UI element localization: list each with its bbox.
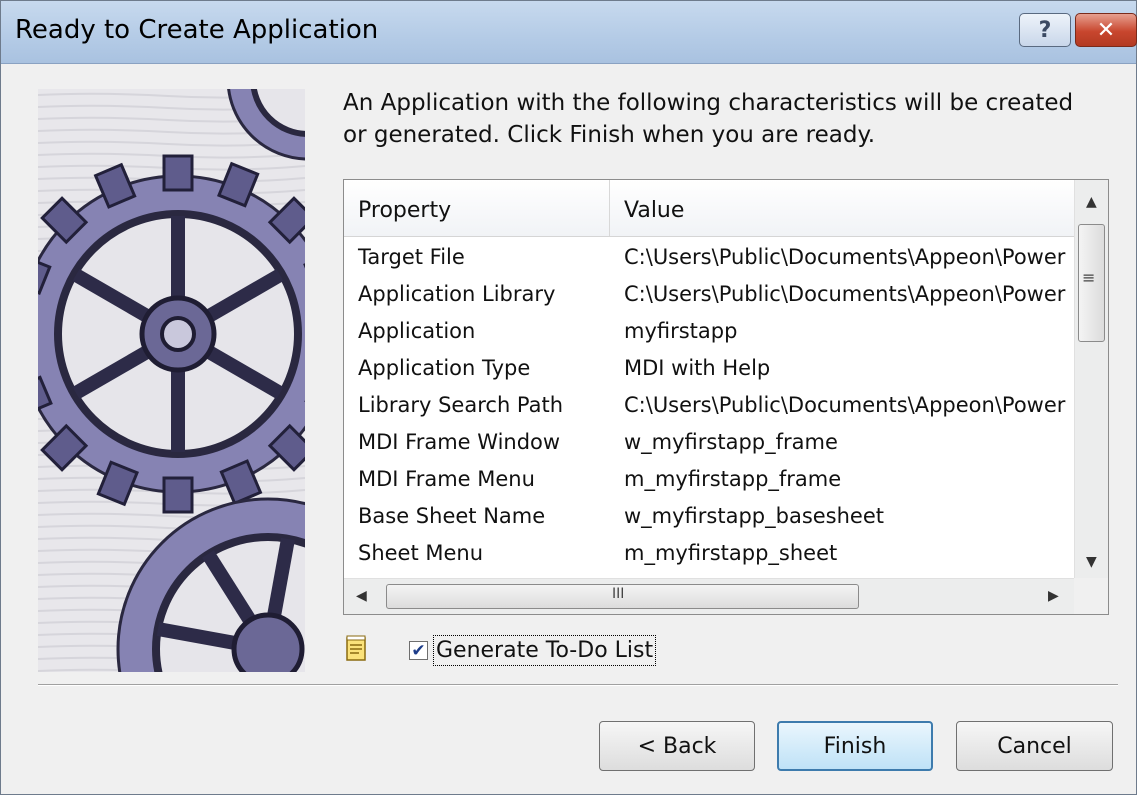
list-item[interactable]: Target File C:\Users\Public\Documents\Ap… [344, 237, 1074, 274]
property-cell: Base Sheet Name [358, 504, 546, 528]
horizontal-scroll-thumb[interactable]: III [386, 584, 859, 609]
value-cell: m_myfirstapp_frame [624, 467, 842, 491]
scroll-right-icon[interactable]: ▶ [1048, 588, 1059, 604]
properties-list[interactable]: Property Value Target File C:\Users\Publ… [343, 179, 1109, 615]
property-cell: Target File [358, 245, 465, 269]
list-item[interactable]: Application Library C:\Users\Public\Docu… [344, 274, 1074, 311]
close-icon: ✕ [1096, 17, 1116, 43]
scroll-grip-label: III [612, 586, 625, 602]
dialog-title: Ready to Create Application [15, 15, 379, 45]
value-cell: m_myfirstapp_sheet [624, 541, 838, 565]
list-header: Property Value [344, 180, 1074, 237]
list-item[interactable]: MDI Frame Window w_myfirstapp_frame [344, 422, 1074, 459]
wizard-dialog: Ready to Create Application ? ✕ An Appli… [0, 0, 1137, 795]
property-cell: MDI Frame Window [358, 430, 561, 454]
vertical-scrollbar[interactable]: ▲ ≡ ▼ [1074, 180, 1108, 578]
list-item[interactable]: Application myfirstapp [344, 311, 1074, 348]
scroll-up-icon[interactable]: ▲ [1086, 194, 1097, 210]
horizontal-scrollbar[interactable]: ◀ III ▶ [344, 578, 1074, 614]
list-item[interactable]: Base Sheet Name w_myfirstapp_basesheet [344, 496, 1074, 533]
list-rows: Target File C:\Users\Public\Documents\Ap… [344, 237, 1074, 570]
property-cell: Application Library [358, 282, 556, 306]
help-icon: ? [1038, 17, 1052, 43]
help-button[interactable]: ? [1019, 13, 1071, 47]
back-button[interactable]: < Back [599, 721, 755, 771]
value-cell: myfirstapp [624, 319, 738, 343]
list-item[interactable]: Application Type MDI with Help [344, 348, 1074, 385]
checkmark-icon: ✔ [411, 640, 426, 661]
title-bar: Ready to Create Application ? ✕ [1, 1, 1137, 64]
value-cell: w_myfirstapp_frame [624, 430, 838, 454]
list-item[interactable]: Sheet Menu m_myfirstapp_sheet [344, 533, 1074, 570]
scroll-grip-icon: ≡ [1082, 268, 1096, 287]
property-cell: Library Search Path [358, 393, 564, 417]
column-header-property[interactable]: Property [344, 180, 610, 236]
scroll-left-icon[interactable]: ◀ [356, 588, 367, 604]
gear-artwork [38, 89, 305, 672]
property-cell: Application [358, 319, 476, 343]
value-cell: w_myfirstapp_basesheet [624, 504, 885, 528]
todo-checkbox[interactable]: ✔ [409, 640, 428, 661]
property-cell: Application Type [358, 356, 531, 380]
separator [38, 684, 1118, 686]
list-item[interactable]: Library Search Path C:\Users\Public\Docu… [344, 385, 1074, 422]
value-cell: C:\Users\Public\Documents\Appeon\Power [624, 282, 1066, 306]
column-header-value[interactable]: Value [610, 180, 1074, 236]
todo-notepad-icon [346, 635, 366, 661]
todo-checkbox-label[interactable]: Generate To-Do List [433, 635, 657, 666]
list-item[interactable]: MDI Frame Menu m_myfirstapp_frame [344, 459, 1074, 496]
scroll-corner [1074, 578, 1108, 614]
description-text: An Application with the following charac… [343, 90, 1074, 148]
value-cell: MDI with Help [624, 356, 771, 380]
close-button[interactable]: ✕ [1075, 13, 1137, 47]
scroll-down-icon[interactable]: ▼ [1086, 554, 1097, 570]
property-cell: MDI Frame Menu [358, 467, 535, 491]
cancel-button[interactable]: Cancel [956, 721, 1113, 771]
value-cell: C:\Users\Public\Documents\Appeon\Power [624, 393, 1066, 417]
property-cell: Sheet Menu [358, 541, 484, 565]
value-cell: C:\Users\Public\Documents\Appeon\Power [624, 245, 1066, 269]
finish-button[interactable]: Finish [777, 721, 933, 771]
